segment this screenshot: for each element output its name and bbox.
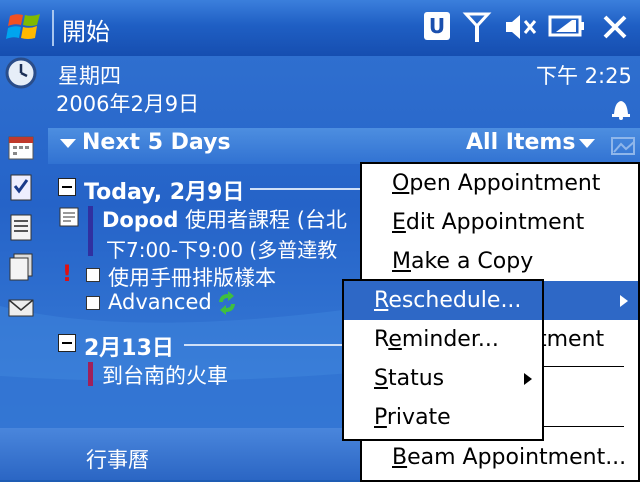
windows-logo-icon [6,14,40,39]
accel-key: R [374,288,389,313]
collapse-day1-icon[interactable] [58,178,76,196]
sub-menu: Reschedule... Reminder... Status Private [342,279,544,441]
accel-key: P [374,405,387,430]
notification-bell-icon[interactable] [610,96,632,120]
day1-divider [250,188,362,190]
submenu-arrow-icon [620,295,628,307]
volume-muted-icon[interactable] [504,12,538,42]
task-1-checkbox[interactable] [86,268,100,282]
menu-separator [544,366,624,367]
battery-icon[interactable] [546,12,586,40]
appointment-2[interactable]: 到台南的火車 [102,360,228,390]
menu-label: tatus [387,366,445,391]
menu-label: pen Appointment [409,171,601,196]
range-dropdown[interactable]: Next 5 Days [60,130,231,155]
menu-label: minder... [401,327,499,352]
menu-label: R [374,327,389,352]
appointment-1[interactable]: Dopod 使用者課程 (台北 [102,204,362,234]
note-icon [58,206,80,228]
chevron-down-icon [579,138,596,148]
menu-label: eam Appointment... [407,445,627,470]
title-text: 開始 [62,18,110,46]
menu-reschedule[interactable]: Reschedule... [344,281,542,320]
task-2-checkbox[interactable] [86,296,100,310]
day2-label: 2月13日 [84,336,174,361]
menu-label: eschedule... [388,288,522,313]
recurring-icon [214,290,240,316]
chevron-down-icon [60,138,76,148]
menu-open-appointment[interactable]: Open Appointment [362,164,638,203]
notes-icon[interactable] [6,212,36,242]
menu-make-copy[interactable]: Make a Copy [362,242,638,281]
high-priority-icon: ! [62,262,73,287]
documents-icon[interactable] [6,252,36,282]
tasks-icon[interactable] [6,172,36,202]
appointment-2-color-bar [88,362,93,386]
task-2-label[interactable]: Advanced [108,290,212,314]
menu-separator [544,426,624,427]
menu-label: tment [538,327,605,352]
collapse-day2-icon[interactable] [58,334,76,352]
inbox-icon[interactable] [6,292,36,322]
menu-label: dit Appointment [405,210,585,235]
menu-label: rivate [386,405,451,430]
appointment-1-title: 使用者課程 (台北 [178,208,347,232]
menu-reminder[interactable]: Reminder... [344,320,542,359]
clock-icon[interactable] [4,56,38,90]
accel-key: M [392,249,411,274]
appointment-1-time[interactable]: 下7:00-下9:00 (多普達教 [106,234,362,263]
menu-beam-appointment[interactable]: Beam Appointment... [362,438,638,477]
day1-label: Today, 2月9日 [84,180,245,205]
filter-dropdown[interactable]: All Items [466,130,596,155]
menu-status[interactable]: Status [344,359,542,398]
day2-divider [184,344,344,346]
filter-label: All Items [466,130,576,155]
accel-key: E [392,210,406,235]
accel-key: O [392,171,410,196]
start-button[interactable] [4,6,46,48]
weekday-text[interactable]: 星期四 [58,60,121,90]
accel-key: S [374,366,388,391]
menu-label: ake a Copy [410,249,534,274]
calendar-icon[interactable] [6,132,36,162]
close-icon [603,15,627,39]
signal-icon[interactable] [462,10,492,44]
appointment-1-title-bold: Dopod [102,208,179,232]
range-label: Next 5 Days [82,130,231,155]
left-softkey[interactable]: 行事曆 [86,444,149,474]
accel-key: e [388,327,402,352]
calendar-view-icon[interactable] [610,134,636,158]
usb-icon[interactable]: U [424,12,450,40]
date-text[interactable]: 2006年2月9日 [56,88,199,118]
menu-private[interactable]: Private [344,398,542,437]
time-text[interactable]: 下午 2:25 [536,60,632,90]
appointment-color-bar [88,206,93,256]
task-1-label[interactable]: 使用手冊排版樣本 [108,262,276,292]
accel-key: B [392,445,408,470]
menu-edit-appointment[interactable]: Edit Appointment [362,203,638,242]
submenu-arrow-icon [524,373,532,385]
close-button[interactable] [596,8,634,46]
title-separator [52,10,54,46]
